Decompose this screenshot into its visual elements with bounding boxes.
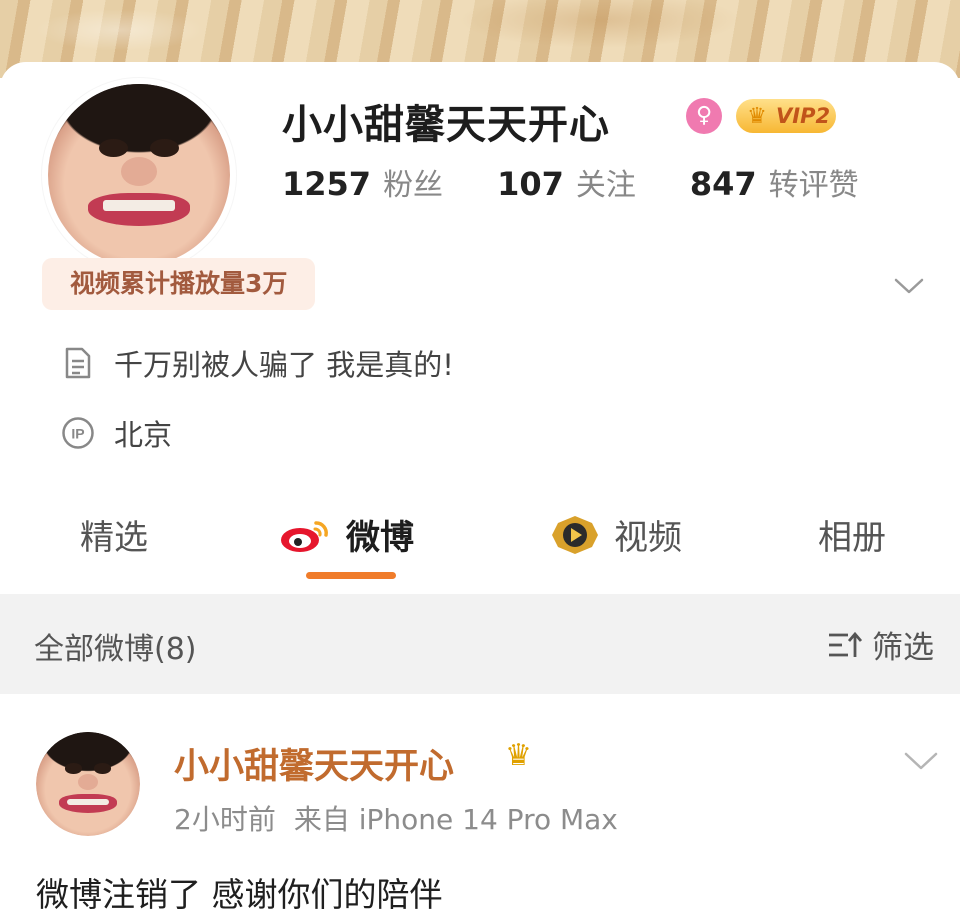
stat-followers[interactable]: 1257 粉丝 xyxy=(282,160,443,204)
svg-text:IP: IP xyxy=(71,426,84,442)
profile-stats: 1257 粉丝 107 关注 847 转评赞 xyxy=(282,160,913,204)
tab-album[interactable]: 相册 xyxy=(818,510,886,559)
stat-number: 1257 xyxy=(282,165,372,203)
filter-label: 筛选 xyxy=(872,630,934,666)
post-meta: 2小时前 来自 iPhone 14 Pro Max xyxy=(174,798,618,838)
tab-label: 精选 xyxy=(80,518,148,558)
crown-icon: ♛ xyxy=(505,738,532,773)
crown-icon: ♛ xyxy=(747,103,767,129)
stat-number: 107 xyxy=(497,165,564,203)
video-play-count-tag[interactable]: 视频累计播放量3万 xyxy=(42,258,316,310)
stat-likes[interactable]: 847 转评赞 xyxy=(690,160,859,204)
stat-label: 关注 xyxy=(575,168,636,203)
weibo-post: 小小甜馨天天开心 ♛ 2小时前 来自 iPhone 14 Pro Max 微博注销… xyxy=(0,694,960,916)
tab-label: 视频 xyxy=(614,518,682,558)
female-symbol-icon: ♀ xyxy=(686,98,722,134)
profile-tabs: 精选 微博 视频 相册 xyxy=(0,500,960,594)
stat-label: 转评赞 xyxy=(768,168,859,203)
post-author-avatar[interactable] xyxy=(36,732,140,836)
bio-row: 千万别被人骗了 我是真的! xyxy=(60,342,454,384)
all-posts-count[interactable]: 全部微博(8) xyxy=(34,624,197,668)
stat-number: 847 xyxy=(689,165,757,203)
profile-avatar[interactable] xyxy=(42,78,236,272)
tab-label: 相册 xyxy=(818,518,886,558)
weibo-logo-icon xyxy=(278,515,334,555)
post-text: 微博注销了 感谢你们的陪伴 xyxy=(36,875,443,914)
filter-button[interactable]: 筛选 xyxy=(826,622,934,667)
document-icon xyxy=(60,345,96,381)
tab-video[interactable]: 视频 xyxy=(548,510,682,559)
sort-filter-icon xyxy=(826,629,864,661)
vip-badge[interactable]: ♛ VIP2 xyxy=(736,99,836,133)
ip-location-text: 北京 xyxy=(114,418,173,452)
chevron-down-icon[interactable] xyxy=(892,270,926,300)
stat-following[interactable]: 107 关注 xyxy=(497,160,636,204)
profile-card: 小小甜馨天天开心 ♀ ♛ VIP2 1257 粉丝 107 关注 847 转评赞… xyxy=(0,62,960,594)
profile-name: 小小甜馨天天开心 xyxy=(282,102,610,148)
post-time: 2小时前 xyxy=(174,803,276,836)
vip-label: VIP2 xyxy=(776,104,831,128)
video-badge-icon xyxy=(548,513,602,557)
chevron-down-icon[interactable] xyxy=(902,746,940,776)
post-author-name[interactable]: 小小甜馨天天开心 xyxy=(174,738,454,789)
tab-weibo[interactable]: 微博 xyxy=(278,510,414,559)
ip-icon: IP xyxy=(60,415,96,451)
active-tab-indicator xyxy=(306,572,396,579)
tab-featured[interactable]: 精选 xyxy=(80,510,148,559)
post-source: 来自 iPhone 14 Pro Max xyxy=(293,803,618,836)
post-filter-bar: 全部微博(8) 筛选 xyxy=(0,594,960,694)
tab-label: 微博 xyxy=(346,518,414,558)
stat-label: 粉丝 xyxy=(383,168,444,203)
bio-text: 千万别被人骗了 我是真的! xyxy=(114,348,454,382)
ip-location-row: IP 北京 xyxy=(60,412,172,454)
